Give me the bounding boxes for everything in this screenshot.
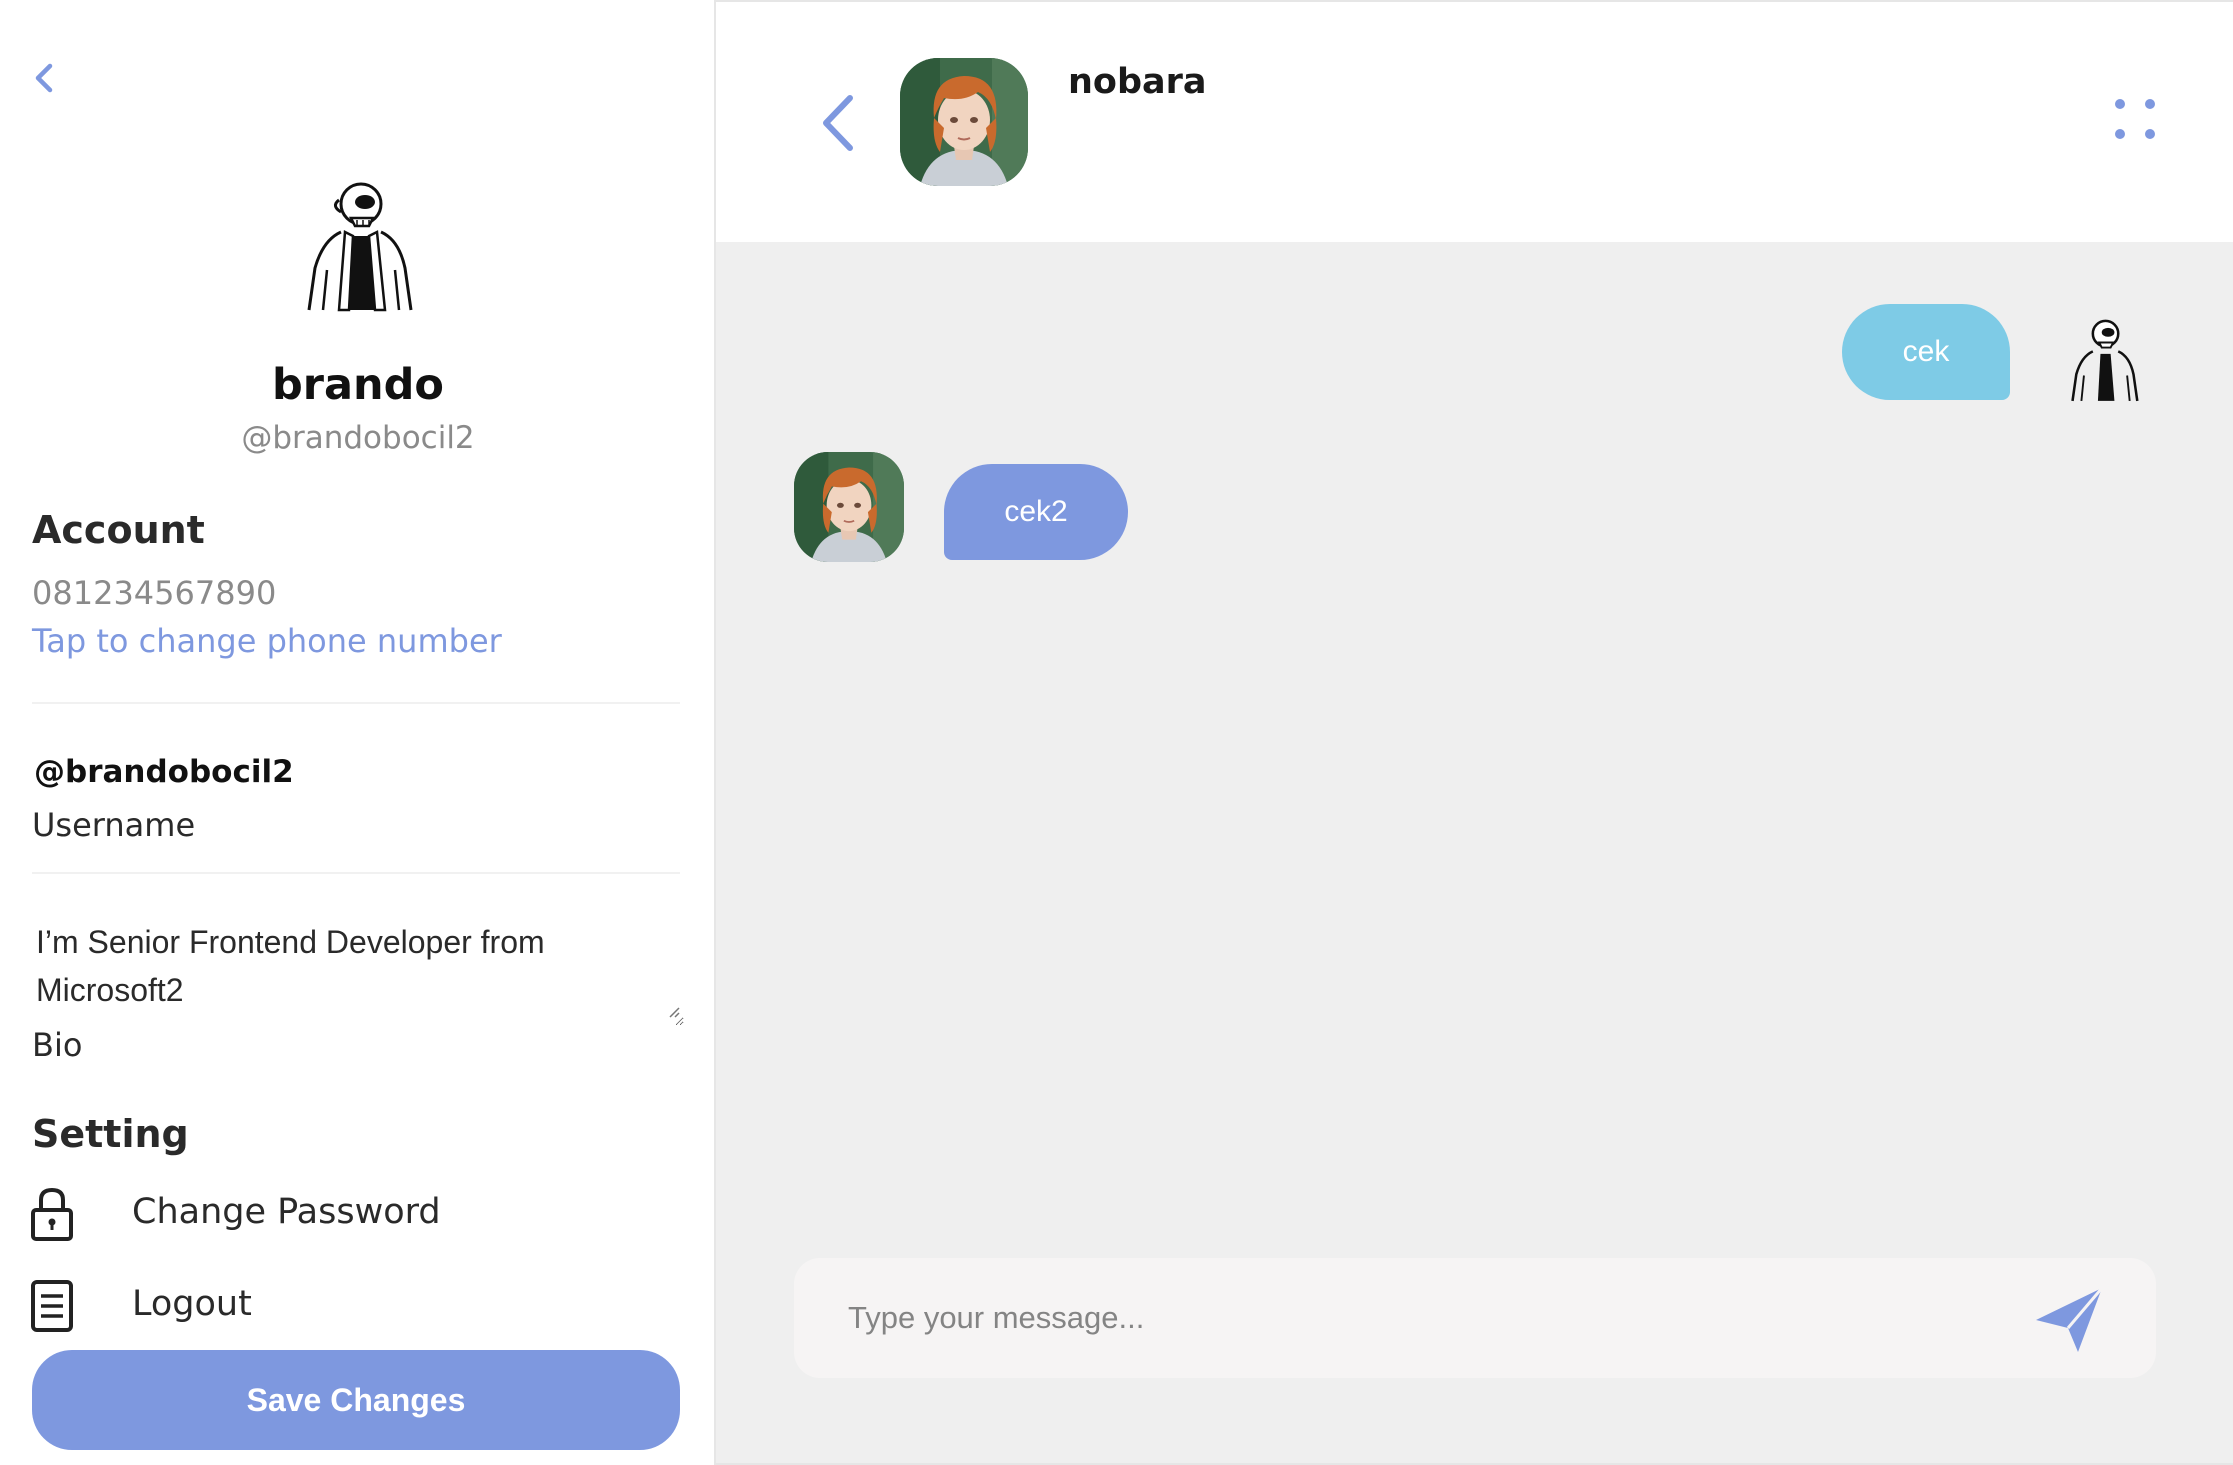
profile-panel: brando @brandobocil2 Account 08123456789… <box>0 0 716 1465</box>
back-arrow-icon[interactable] <box>816 90 860 156</box>
contact-avatar[interactable] <box>900 58 1028 186</box>
logout-label: Logout <box>132 1284 252 1324</box>
username-value[interactable]: @brandobocil2 <box>34 754 294 790</box>
contact-portrait-icon <box>794 452 904 562</box>
message-input[interactable] <box>846 1286 1946 1350</box>
app-root: brando @brandobocil2 Account 08123456789… <box>0 0 2233 1465</box>
chat-panel: nobara cek cek2 Type your message... <box>716 0 2233 1465</box>
profile-avatar[interactable] <box>283 170 431 318</box>
profile-name: brando <box>272 360 444 410</box>
resize-grip-icon[interactable] <box>668 1006 680 1018</box>
chat-header: nobara <box>716 2 2233 242</box>
contact-portrait-icon <box>900 58 1028 186</box>
setting-section-title: Setting <box>32 1112 189 1156</box>
contact-name: nobara <box>1068 62 1207 102</box>
back-arrow-icon[interactable] <box>26 56 62 100</box>
message-bubble-received[interactable]: cek2 <box>944 464 1128 560</box>
sender-avatar <box>2071 319 2139 402</box>
bio-label: Bio <box>32 1026 83 1064</box>
save-changes-button[interactable]: Save Changes <box>32 1350 680 1450</box>
bio-textarea[interactable] <box>24 918 684 1026</box>
message-composer <box>794 1258 2156 1378</box>
username-label: Username <box>32 806 196 844</box>
contact-message-avatar <box>794 452 904 562</box>
message-bubble-sent[interactable]: cek <box>1842 304 2010 400</box>
change-phone-link[interactable]: Tap to change phone number <box>32 622 502 660</box>
logout-item[interactable]: Logout <box>30 1278 670 1338</box>
change-password-label: Change Password <box>132 1192 441 1232</box>
divider <box>32 872 680 874</box>
account-section-title: Account <box>32 508 205 552</box>
divider <box>32 702 680 704</box>
phone-number: 081234567890 <box>32 574 277 612</box>
profile-handle: @brandobocil2 <box>241 420 475 456</box>
send-icon[interactable] <box>2032 1284 2106 1356</box>
lock-icon <box>31 1187 73 1241</box>
document-icon <box>31 1280 73 1332</box>
menu-grid-icon[interactable] <box>2110 98 2160 148</box>
change-password-item[interactable]: Change Password <box>30 1186 670 1246</box>
